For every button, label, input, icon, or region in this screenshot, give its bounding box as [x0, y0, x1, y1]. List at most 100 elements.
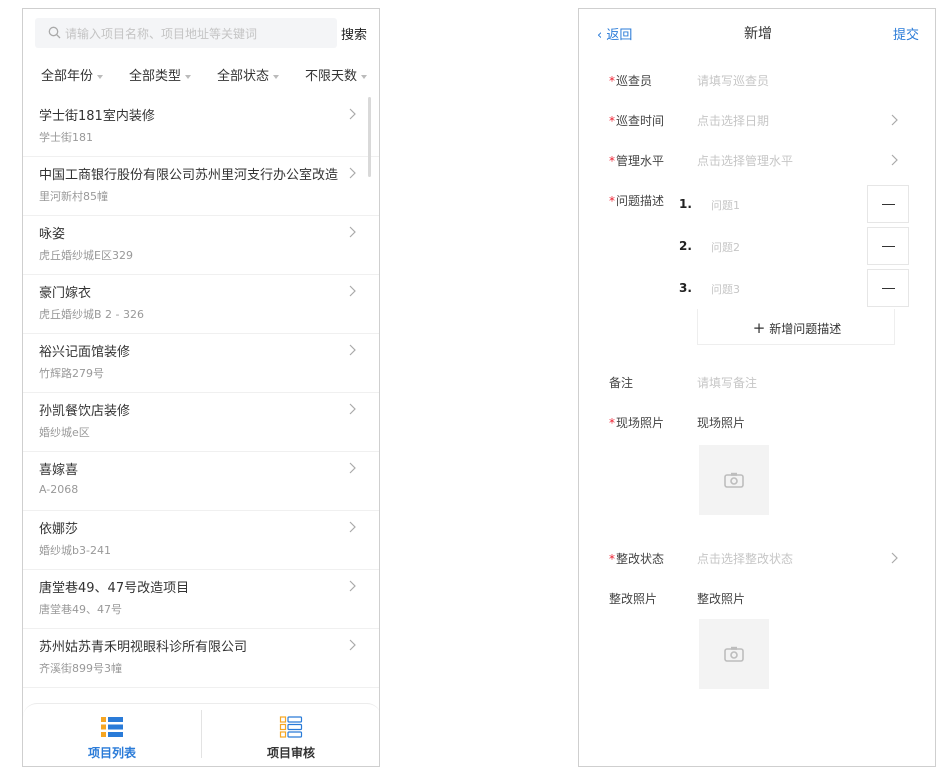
minus-icon [882, 204, 895, 205]
chevron-right-icon [349, 108, 356, 120]
field-rectify-photo: 整改照片 整改照片 [579, 581, 935, 621]
list-item[interactable]: 裕兴记面馆装修 竹辉路279号 [23, 333, 379, 393]
site-photo-caption: 现场照片 [697, 416, 746, 430]
field-inspector[interactable]: *巡查员 请填写巡查员 [579, 63, 935, 103]
issue-number: 1. [679, 197, 692, 211]
add-issue-button[interactable]: + 新增问题描述 [697, 309, 895, 345]
search-input[interactable] [63, 18, 337, 50]
issue-input[interactable]: 问题2 [711, 239, 740, 255]
nav-bar: ‹ 返回 新增 提交 [579, 9, 935, 57]
required-marker: * [609, 154, 615, 168]
filter-year[interactable]: 全部年份 [41, 65, 104, 84]
add-form-screen: ‹ 返回 新增 提交 *巡查员 请填写巡查员 *巡查时间 点击选择日期 *管理水… [578, 8, 936, 767]
field-label-text: 问题描述 [616, 194, 665, 208]
project-address: 里河新村85幢 [39, 190, 108, 203]
issue-input[interactable]: 问题1 [711, 197, 740, 213]
chevron-right-icon [349, 285, 356, 297]
search-button[interactable]: 搜索 [341, 24, 367, 43]
list-icon [101, 717, 123, 737]
project-title: 孙凯餐饮店装修 [39, 404, 131, 419]
issue-row: 1. 问题1 [679, 185, 911, 225]
project-title: 喜嫁喜 [39, 463, 79, 478]
site-photo-upload[interactable] [699, 445, 769, 515]
field-label-text: 整改状态 [616, 552, 665, 566]
search-bar: 搜索 [35, 18, 371, 50]
chevron-right-icon [349, 403, 356, 415]
level-picker[interactable]: 点击选择管理水平 [697, 152, 793, 169]
list-item[interactable]: 喜嫁喜 A-2068 [23, 451, 379, 511]
remark-input[interactable]: 请填写备注 [697, 374, 757, 391]
list-item[interactable]: 学士街181室内装修 学士街181 [23, 97, 379, 157]
field-label-text: 巡查时间 [616, 114, 665, 128]
list-scrollbar[interactable] [368, 97, 371, 177]
required-marker: * [609, 552, 615, 566]
tab-project-review-label: 项目审核 [266, 746, 315, 760]
remove-issue-button[interactable] [867, 227, 909, 265]
list-item[interactable]: 孙凯餐饮店装修 婚纱城e区 [23, 392, 379, 452]
remove-issue-button[interactable] [867, 269, 909, 307]
required-marker: * [609, 194, 615, 208]
tab-project-list[interactable]: 项目列表 [23, 704, 201, 766]
required-marker: * [609, 114, 615, 128]
filter-days-label: 不限天数 [305, 69, 358, 84]
field-label: 备注 [609, 376, 634, 390]
project-title: 裕兴记面馆装修 [39, 345, 131, 360]
issue-number: 3. [679, 281, 692, 295]
filter-days[interactable]: 不限天数 [305, 65, 368, 84]
field-label: *管理水平 [609, 152, 664, 169]
chevron-right-icon [349, 462, 356, 474]
minus-icon [882, 288, 895, 289]
field-management-level[interactable]: *管理水平 点击选择管理水平 [579, 143, 935, 183]
caret-down-icon [97, 74, 104, 79]
chevron-right-icon [891, 154, 898, 166]
project-address: 唐堂巷49、47号 [39, 603, 122, 616]
list-item[interactable]: 咏姿 虎丘婚纱城E区329 [23, 215, 379, 275]
field-label: *整改状态 [609, 550, 664, 567]
chevron-right-icon [349, 167, 356, 179]
date-picker[interactable]: 点击选择日期 [697, 112, 769, 129]
field-label-text: 巡查员 [616, 74, 653, 88]
rectify-status-picker[interactable]: 点击选择整改状态 [697, 550, 793, 567]
plus-icon: + [752, 319, 766, 337]
project-address: 婚纱城e区 [39, 426, 90, 439]
bottom-tab-bar: 项目列表 项目审核 [23, 703, 379, 766]
field-label-text: 管理水平 [616, 154, 665, 168]
field-label: *巡查时间 [609, 112, 664, 129]
caret-down-icon [273, 74, 280, 79]
inspector-input[interactable]: 请填写巡查员 [697, 72, 769, 89]
required-marker: * [609, 74, 615, 88]
project-title: 咏姿 [39, 227, 66, 242]
filter-status-label: 全部状态 [217, 69, 270, 84]
project-address: 竹辉路279号 [39, 367, 104, 380]
list-item[interactable]: 唐堂巷49、47号改造项目 唐堂巷49、47号 [23, 569, 379, 629]
camera-icon [724, 472, 744, 488]
chevron-right-icon [349, 521, 356, 533]
project-title: 学士街181室内装修 [39, 109, 155, 124]
list-item[interactable]: 依娜莎 婚纱城b3-241 [23, 510, 379, 570]
camera-icon [724, 646, 744, 662]
field-label: *问题描述 [609, 192, 664, 209]
list-item[interactable]: 中国工商银行股份有限公司苏州里河支行办公室改造 里河新村85幢 [23, 156, 379, 216]
project-title: 豪门嫁衣 [39, 286, 92, 301]
search-box[interactable] [35, 18, 337, 50]
filter-status[interactable]: 全部状态 [217, 65, 280, 84]
list-item[interactable]: 苏州姑苏青禾明视眼科诊所有限公司 齐溪街899号3幢 [23, 628, 379, 688]
issue-row: 2. 问题2 [679, 227, 911, 267]
chevron-right-icon [349, 226, 356, 238]
submit-button[interactable]: 提交 [893, 24, 919, 43]
issue-row: 3. 问题3 [679, 269, 911, 309]
tab-project-review[interactable]: 项目审核 [202, 704, 379, 766]
field-remark[interactable]: 备注 请填写备注 [579, 365, 935, 405]
caret-down-icon [185, 74, 192, 79]
field-label: 整改照片 [609, 592, 658, 606]
remove-issue-button[interactable] [867, 185, 909, 223]
project-title: 依娜莎 [39, 522, 79, 537]
list-item[interactable]: 豪门嫁衣 虎丘婚纱城B 2 - 326 [23, 274, 379, 334]
field-rectify-status[interactable]: *整改状态 点击选择整改状态 [579, 541, 935, 581]
field-inspection-time[interactable]: *巡查时间 点击选择日期 [579, 103, 935, 143]
rectify-photo-upload[interactable] [699, 619, 769, 689]
issue-number: 2. [679, 239, 692, 253]
chevron-right-icon [349, 344, 356, 356]
filter-type[interactable]: 全部类型 [129, 65, 192, 84]
issue-input[interactable]: 问题3 [711, 281, 740, 297]
